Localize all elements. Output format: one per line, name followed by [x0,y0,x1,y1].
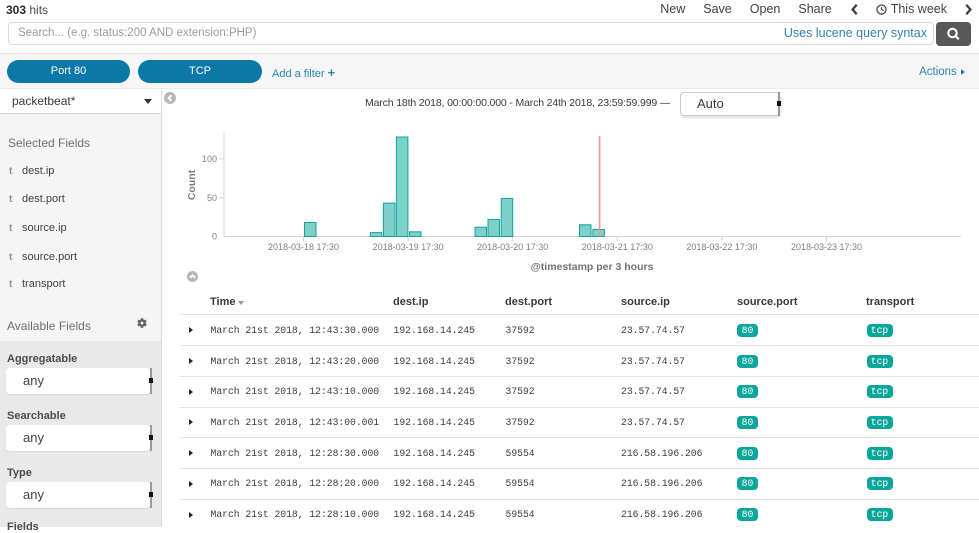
svg-text:2018-03-18 17:30: 2018-03-18 17:30 [268,242,339,252]
svg-text:100: 100 [202,154,217,164]
svg-text:2018-03-21 17:30: 2018-03-21 17:30 [582,242,653,252]
svg-text:50: 50 [207,193,217,203]
svg-text:@timestamp per 3 hours: @timestamp per 3 hours [531,261,654,273]
svg-text:2018-03-19 17:30: 2018-03-19 17:30 [373,242,444,252]
svg-text:0: 0 [212,232,217,242]
svg-text:2018-03-20 17:30: 2018-03-20 17:30 [477,242,548,252]
svg-text:2018-03-23 17:30: 2018-03-23 17:30 [791,242,862,252]
svg-text:2018-03-22 17:30: 2018-03-22 17:30 [686,242,757,252]
svg-text:Count: Count [186,169,198,200]
